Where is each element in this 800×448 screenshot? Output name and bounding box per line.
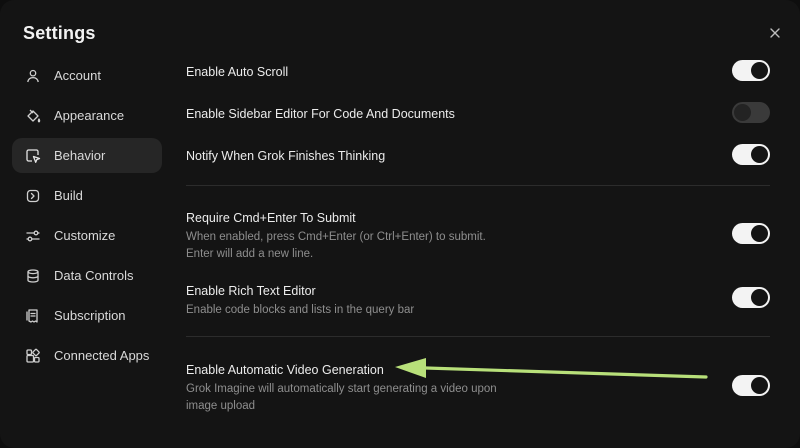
sidebar-item-data-controls[interactable]: Data Controls xyxy=(12,258,162,293)
dialog-title: Settings xyxy=(23,23,96,43)
sidebar-item-label: Behavior xyxy=(54,148,106,163)
toggle-knob xyxy=(751,62,768,79)
build-icon xyxy=(25,188,41,204)
notify-thinking-toggle[interactable] xyxy=(732,144,770,165)
setting-row-auto-scroll: Enable Auto Scroll xyxy=(186,60,770,81)
close-button[interactable] xyxy=(766,24,784,42)
setting-row-notify-thinking: Notify When Grok Finishes Thinking xyxy=(186,144,770,165)
settings-sidebar: Account Appearance Behavior Build Custom… xyxy=(12,58,162,378)
sidebar-item-behavior[interactable]: Behavior xyxy=(12,138,162,173)
cmd-enter-toggle[interactable] xyxy=(732,223,770,244)
toggle-knob xyxy=(751,225,768,242)
settings-dialog: Settings Account Appearance Behavior Bui… xyxy=(0,0,800,448)
setting-title: Require Cmd+Enter To Submit xyxy=(186,211,356,225)
auto-scroll-toggle[interactable] xyxy=(732,60,770,81)
setting-description: Enable code blocks and lists in the quer… xyxy=(186,304,415,316)
sidebar-item-label: Account xyxy=(54,68,101,83)
setting-row-rich-text: Enable Rich Text Editor Enable code bloc… xyxy=(186,283,770,319)
setting-title: Enable Auto Scroll xyxy=(186,65,289,79)
user-icon xyxy=(25,68,41,84)
database-icon xyxy=(25,268,41,284)
section-divider xyxy=(186,336,770,337)
setting-row-sidebar-editor: Enable Sidebar Editor For Code And Docum… xyxy=(186,102,770,123)
setting-row-cmd-enter: Require Cmd+Enter To Submit When enabled… xyxy=(186,210,770,263)
sidebar-item-appearance[interactable]: Appearance xyxy=(12,98,162,133)
paint-bucket-icon xyxy=(25,108,41,124)
sidebar-item-label: Connected Apps xyxy=(54,348,150,363)
sidebar-item-build[interactable]: Build xyxy=(12,178,162,213)
close-icon[interactable] xyxy=(766,24,784,42)
setting-description: Grok Imagine will automatically start ge… xyxy=(186,383,497,412)
sidebar-item-customize[interactable]: Customize xyxy=(12,218,162,253)
sidebar-item-subscription[interactable]: Subscription xyxy=(12,298,162,333)
toggle-knob xyxy=(751,377,768,394)
toggle-knob xyxy=(751,289,768,306)
sidebar-item-account[interactable]: Account xyxy=(12,58,162,93)
sidebar-item-label: Subscription xyxy=(54,308,126,323)
sidebar-item-label: Appearance xyxy=(54,108,125,123)
receipt-icon xyxy=(25,308,41,324)
annotation-arrow xyxy=(395,358,708,379)
setting-title: Enable Rich Text Editor xyxy=(186,284,316,298)
sidebar-item-label: Build xyxy=(54,188,83,203)
auto-video-toggle[interactable] xyxy=(732,375,770,396)
cursor-window-icon xyxy=(25,148,41,164)
setting-description: When enabled, press Cmd+Enter (or Ctrl+E… xyxy=(186,231,486,260)
sidebar-item-label: Customize xyxy=(54,228,116,243)
toggle-knob xyxy=(734,104,751,121)
section-divider xyxy=(186,185,770,186)
setting-title: Notify When Grok Finishes Thinking xyxy=(186,149,386,163)
apps-icon xyxy=(25,348,41,364)
sidebar-item-label: Data Controls xyxy=(54,268,134,283)
toggle-knob xyxy=(751,146,768,163)
sliders-icon xyxy=(25,228,41,244)
setting-title: Enable Sidebar Editor For Code And Docum… xyxy=(186,107,455,121)
rich-text-toggle[interactable] xyxy=(732,287,770,308)
sidebar-item-connected-apps[interactable]: Connected Apps xyxy=(12,338,162,373)
sidebar-editor-toggle[interactable] xyxy=(732,102,770,123)
